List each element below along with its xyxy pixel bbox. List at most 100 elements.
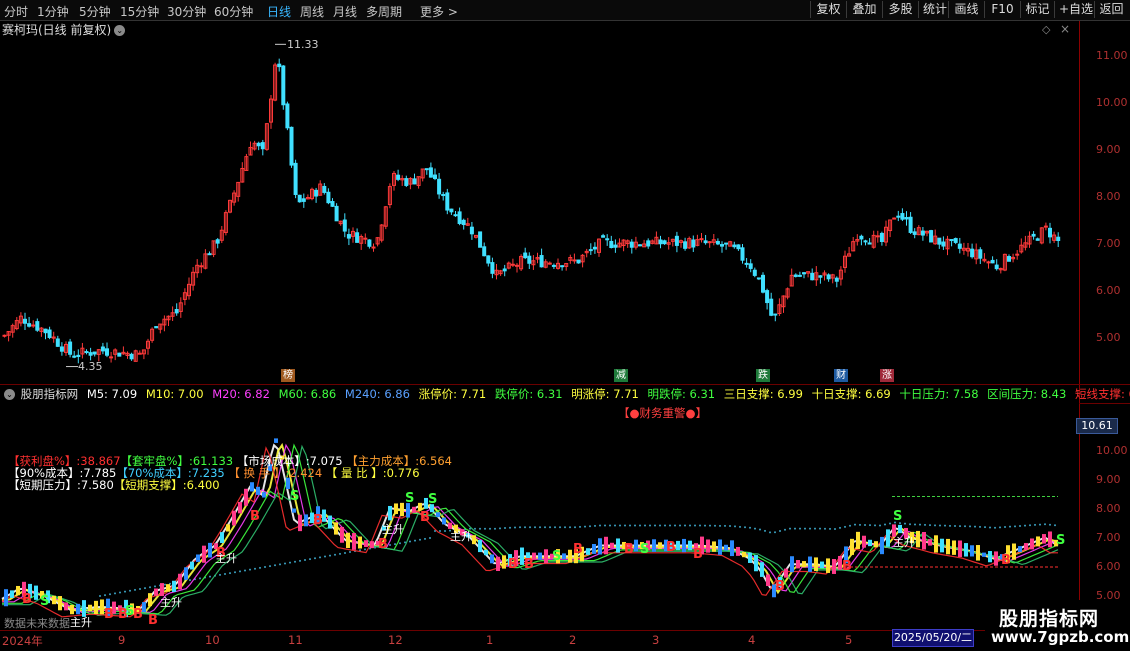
sell-signal: S bbox=[290, 489, 299, 504]
period-tab-daily[interactable]: 日线 bbox=[267, 3, 291, 20]
buy-signal: B bbox=[842, 559, 852, 574]
cost-dot bbox=[574, 526, 576, 529]
cost-dot bbox=[569, 526, 571, 529]
period-tab-5min[interactable]: 5分钟 bbox=[79, 3, 111, 20]
cost-dot bbox=[604, 524, 606, 527]
candle-body bbox=[629, 241, 634, 248]
draw-line-button[interactable]: 画线 bbox=[948, 1, 984, 18]
cost-dot bbox=[804, 527, 806, 530]
period-tab-monthly[interactable]: 月线 bbox=[333, 3, 357, 20]
signal-bar bbox=[4, 589, 8, 607]
cost-dot bbox=[949, 524, 951, 527]
range-pressure: 区间压力: 8.43 bbox=[987, 387, 1067, 401]
candle-body bbox=[662, 240, 667, 245]
signal-bar bbox=[718, 539, 722, 555]
date-label: 3 bbox=[652, 633, 660, 647]
signal-bar bbox=[802, 561, 806, 568]
candle-body bbox=[875, 235, 880, 238]
signal-bar bbox=[706, 539, 710, 553]
signal-bar bbox=[538, 552, 542, 560]
event-badge-finance[interactable]: 财 bbox=[834, 369, 848, 382]
cost-dot bbox=[344, 551, 346, 554]
period-tab-weekly[interactable]: 周线 bbox=[300, 3, 324, 20]
cost-dot bbox=[869, 524, 871, 527]
candle-body bbox=[810, 272, 815, 281]
turnover: 【 换 手 】:2.424 bbox=[228, 466, 323, 480]
signal-bar bbox=[766, 574, 770, 587]
cost-dot bbox=[414, 539, 416, 542]
candle-body bbox=[453, 214, 458, 217]
fuquan-button[interactable]: 复权 bbox=[810, 1, 846, 18]
candlestick-chart[interactable] bbox=[0, 40, 1078, 370]
cost-dot bbox=[199, 577, 201, 580]
limit-down-value: 跌停价: 6.31 bbox=[494, 387, 563, 401]
cost-dot bbox=[119, 591, 121, 594]
signal-bar bbox=[952, 540, 956, 555]
period-tab-more[interactable]: 更多 > bbox=[420, 3, 458, 20]
close-icon[interactable]: × bbox=[1060, 22, 1070, 36]
candle-body bbox=[469, 226, 474, 235]
period-tab-fenshi[interactable]: 分时 bbox=[4, 3, 28, 20]
cost-dot bbox=[364, 548, 366, 551]
chevron-down-icon[interactable]: ⌄ bbox=[4, 389, 15, 400]
price-label: 6.00 bbox=[1096, 284, 1121, 297]
cost-dot bbox=[684, 524, 686, 527]
candle-body bbox=[326, 191, 331, 204]
period-tab-60min[interactable]: 60分钟 bbox=[214, 3, 253, 20]
event-badge-fall[interactable]: 跌 bbox=[756, 369, 770, 382]
indicator-name[interactable]: 股朋指标网 bbox=[21, 387, 79, 401]
period-tab-30min[interactable]: 30分钟 bbox=[167, 3, 206, 20]
candle-body bbox=[613, 244, 618, 248]
chevron-down-icon[interactable]: ⌄ bbox=[114, 25, 126, 36]
cost-dot bbox=[484, 527, 486, 530]
signal-bar bbox=[964, 543, 968, 557]
cost-dot bbox=[884, 523, 886, 526]
candle-body bbox=[355, 232, 360, 243]
signal-bar bbox=[856, 531, 860, 549]
candle-body bbox=[941, 241, 946, 247]
cost-dot bbox=[764, 529, 766, 532]
cost-dot bbox=[634, 524, 636, 527]
event-badge-rise[interactable]: 涨 bbox=[880, 369, 894, 382]
event-badge-reduce[interactable]: 减 bbox=[614, 369, 628, 382]
signal-bar bbox=[172, 580, 176, 592]
indicator-chart[interactable]: BB B B BBB BBBB BB B B BBB BSSS S SS SSS主升主升主升主升主升 主升 bbox=[0, 420, 1078, 630]
price-label: 11.00 bbox=[1096, 49, 1128, 62]
candle-body bbox=[256, 142, 261, 147]
candle-body bbox=[490, 262, 495, 274]
multi-stock-button[interactable]: 多股 bbox=[882, 1, 918, 18]
candle-body bbox=[68, 341, 73, 355]
cost-dot bbox=[209, 575, 211, 578]
buy-signal: B bbox=[775, 579, 785, 594]
stock-title[interactable]: 赛柯玛(日线 前复权) ⌄ bbox=[2, 21, 126, 39]
signal-bar bbox=[724, 544, 728, 551]
candle-body bbox=[215, 239, 220, 244]
watermark: 股朋指标网 www.7gpzb.com bbox=[985, 600, 1130, 650]
period-tab-15min[interactable]: 15分钟 bbox=[120, 3, 159, 20]
add-watchlist-button[interactable]: +自选 bbox=[1054, 1, 1094, 18]
cost-dot bbox=[1034, 523, 1036, 526]
signal-bar bbox=[328, 515, 332, 529]
stats-button[interactable]: 统计 bbox=[918, 1, 948, 18]
mark-button[interactable]: 标记 bbox=[1020, 1, 1054, 18]
period-tab-1min[interactable]: 1分钟 bbox=[37, 3, 69, 20]
indicator-price-label: 10.00 bbox=[1096, 444, 1128, 457]
f10-button[interactable]: F10 bbox=[984, 1, 1020, 18]
cost-dot bbox=[964, 525, 966, 528]
signal-bar bbox=[928, 539, 932, 546]
overlay-button[interactable]: 叠加 bbox=[846, 1, 882, 18]
candle-body bbox=[23, 318, 27, 324]
cost-dot bbox=[329, 554, 331, 557]
candle-body bbox=[920, 230, 925, 236]
back-button[interactable]: 返回 bbox=[1094, 1, 1128, 18]
cost-dot bbox=[954, 524, 956, 527]
cost-dot bbox=[974, 525, 976, 528]
event-badge-rank[interactable]: 榜 bbox=[281, 369, 295, 382]
diamond-icon[interactable]: ◇ bbox=[1042, 23, 1050, 36]
cost-dot bbox=[114, 592, 116, 595]
limit-up-value: 涨停价: 7.71 bbox=[418, 387, 487, 401]
cost-dot bbox=[749, 526, 751, 529]
signal-bar bbox=[148, 593, 152, 607]
cost-dot bbox=[299, 559, 301, 562]
period-tab-multi[interactable]: 多周期 bbox=[366, 3, 402, 20]
